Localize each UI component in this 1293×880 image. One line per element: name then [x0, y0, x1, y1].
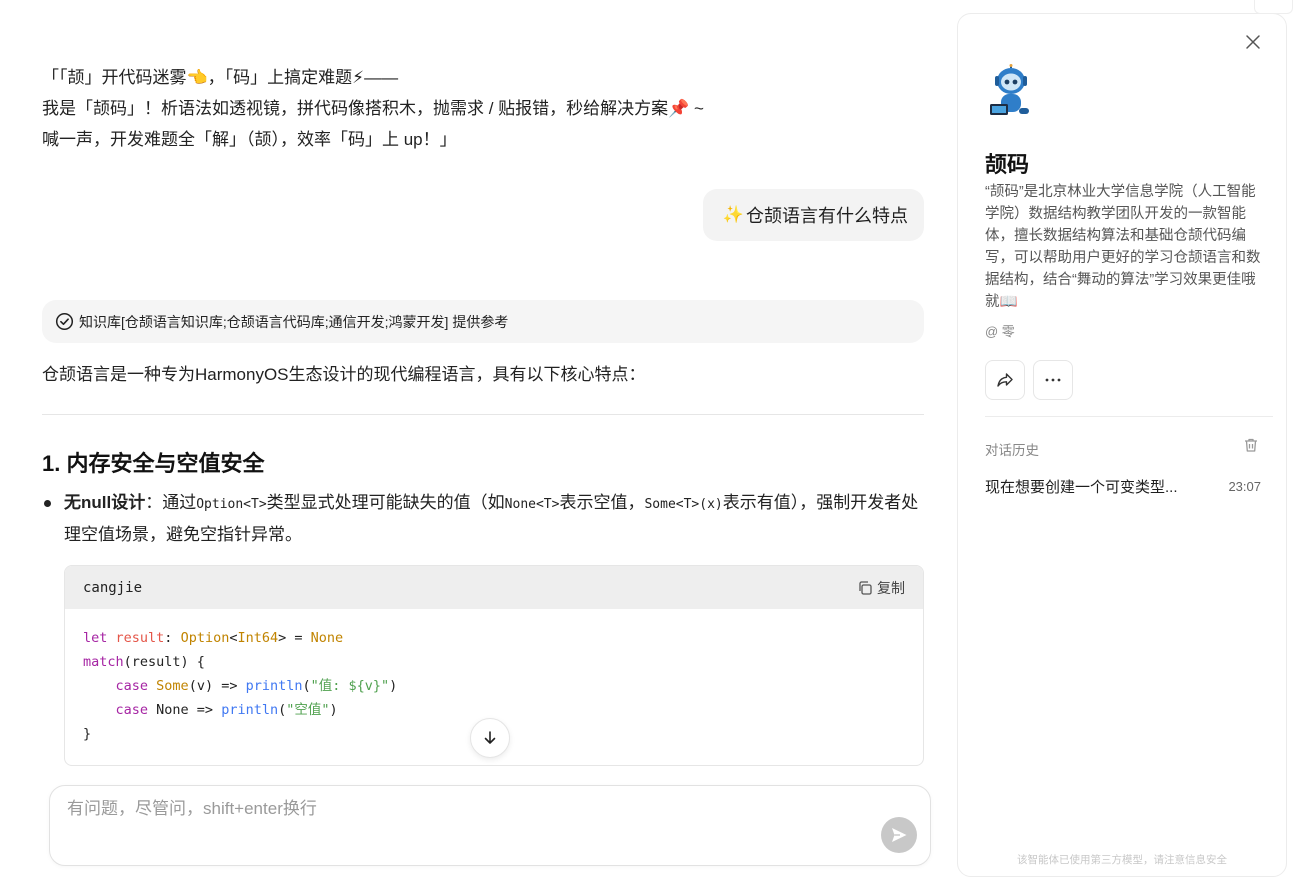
corner-toggle-button[interactable] [1254, 0, 1293, 14]
bot-avatar [990, 64, 1029, 115]
divider [985, 416, 1273, 417]
disclaimer-note: 该智能体已使用第三方模型，请注意信息安全 [1017, 854, 1227, 866]
intro-line-3: 喊一声，开发难题全「解」（颉），效率「码」上 up！」 [42, 130, 457, 149]
bot-description: “颉码”是北京林业大学信息学院（人工智能学院）数据结构教学团队开发的一款智能体，… [985, 184, 1261, 310]
agent-info-panel: 颉码 “颉码”是北京林业大学信息学院（人工智能学院）数据结构教学团队开发的一款智… [957, 13, 1287, 877]
close-panel-button[interactable] [1242, 31, 1264, 53]
close-icon [1246, 35, 1260, 49]
bullet-text: 类型显式处理可能缺失的值（如 [266, 493, 505, 512]
copy-button[interactable]: 复制 [857, 578, 905, 598]
code-line: match(result) { [83, 654, 205, 670]
bullet-text: 表示空值， [559, 493, 645, 512]
arrow-down-icon [484, 731, 496, 744]
copy-label: 复制 [877, 579, 905, 596]
user-message-text: 仓颉语言有什么特点 [746, 206, 908, 226]
inline-code: None<T> [504, 497, 560, 512]
bullet-bold-term: 无null设计 [64, 493, 146, 512]
history-item-title: 现在想要创建一个可变类型... [985, 479, 1178, 496]
code-line: case Some(v) => println("值: ${v}") [115, 678, 398, 694]
send-button[interactable] [881, 817, 917, 853]
code-language-label: cangjie [83, 579, 143, 596]
answer-heading: 1. 内存安全与空值安全 [42, 451, 265, 476]
inline-code: Some<T>(x) [644, 497, 723, 512]
list-item: 无null设计：通过Option<T>类型显式处理可能缺失的值（如None<T>… [42, 488, 922, 550]
scroll-to-bottom-button[interactable] [470, 718, 510, 758]
history-item-time: 23:07 [1228, 479, 1261, 494]
code-block-header: cangjie 复制 [65, 566, 923, 609]
bullet-text: ：通过 [145, 493, 197, 512]
more-icon [1045, 378, 1061, 382]
bullet-dot [44, 500, 51, 507]
history-item[interactable]: 现在想要创建一个可变类型... 23:07 [985, 476, 1261, 497]
sparkles-icon: ✨ [722, 205, 744, 224]
knowledge-reference-bar[interactable]: 知识库[仓颉语言知识库;仓颉语言代码库;通信开发;鸿蒙开发] 提供参考 [42, 300, 924, 343]
clear-history-button[interactable] [1243, 437, 1259, 458]
more-options-button[interactable] [1033, 360, 1073, 400]
knowledge-reference-text: 知识库[仓颉语言知识库;仓颉语言代码库;通信开发;鸿蒙开发] 提供参考 [79, 313, 509, 330]
user-message-bubble: ✨ 仓颉语言有什么特点 [702, 189, 924, 241]
share-button[interactable] [985, 360, 1025, 400]
bot-author: @ 零 [985, 324, 1015, 339]
message-composer [49, 785, 931, 866]
history-label: 对话历史 [985, 443, 1039, 458]
intro-line-1: 「「颉」开代码迷雾👈，「码」上搞定难题⚡—— [42, 68, 399, 87]
copy-icon [859, 580, 872, 595]
chat-main: 「「颉」开代码迷雾👈，「码」上搞定难题⚡—— 我是「颉码」！析语法如透视镜，拼代… [0, 0, 955, 880]
code-line: let result: Option<Int64> = None [83, 630, 344, 646]
share-icon [997, 373, 1013, 387]
bot-intro-message: 「「颉」开代码迷雾👈，「码」上搞定难题⚡—— 我是「颉码」！析语法如透视镜，拼代… [42, 62, 704, 155]
trash-icon [1245, 438, 1257, 452]
check-circle-icon [55, 312, 74, 331]
message-input[interactable] [67, 799, 847, 819]
bot-name: 颉码 [985, 152, 1030, 177]
intro-line-2: 我是「颉码」！析语法如透视镜，拼代码像搭积木，抛需求 / 贴报错，秒给解决方案📌… [42, 99, 704, 118]
divider [42, 414, 924, 415]
send-icon [892, 828, 907, 842]
inline-code: Option<T> [196, 497, 267, 512]
answer-intro: 仓颉语言是一种专为HarmonyOS生态设计的现代编程语言，具有以下核心特点： [42, 365, 646, 384]
